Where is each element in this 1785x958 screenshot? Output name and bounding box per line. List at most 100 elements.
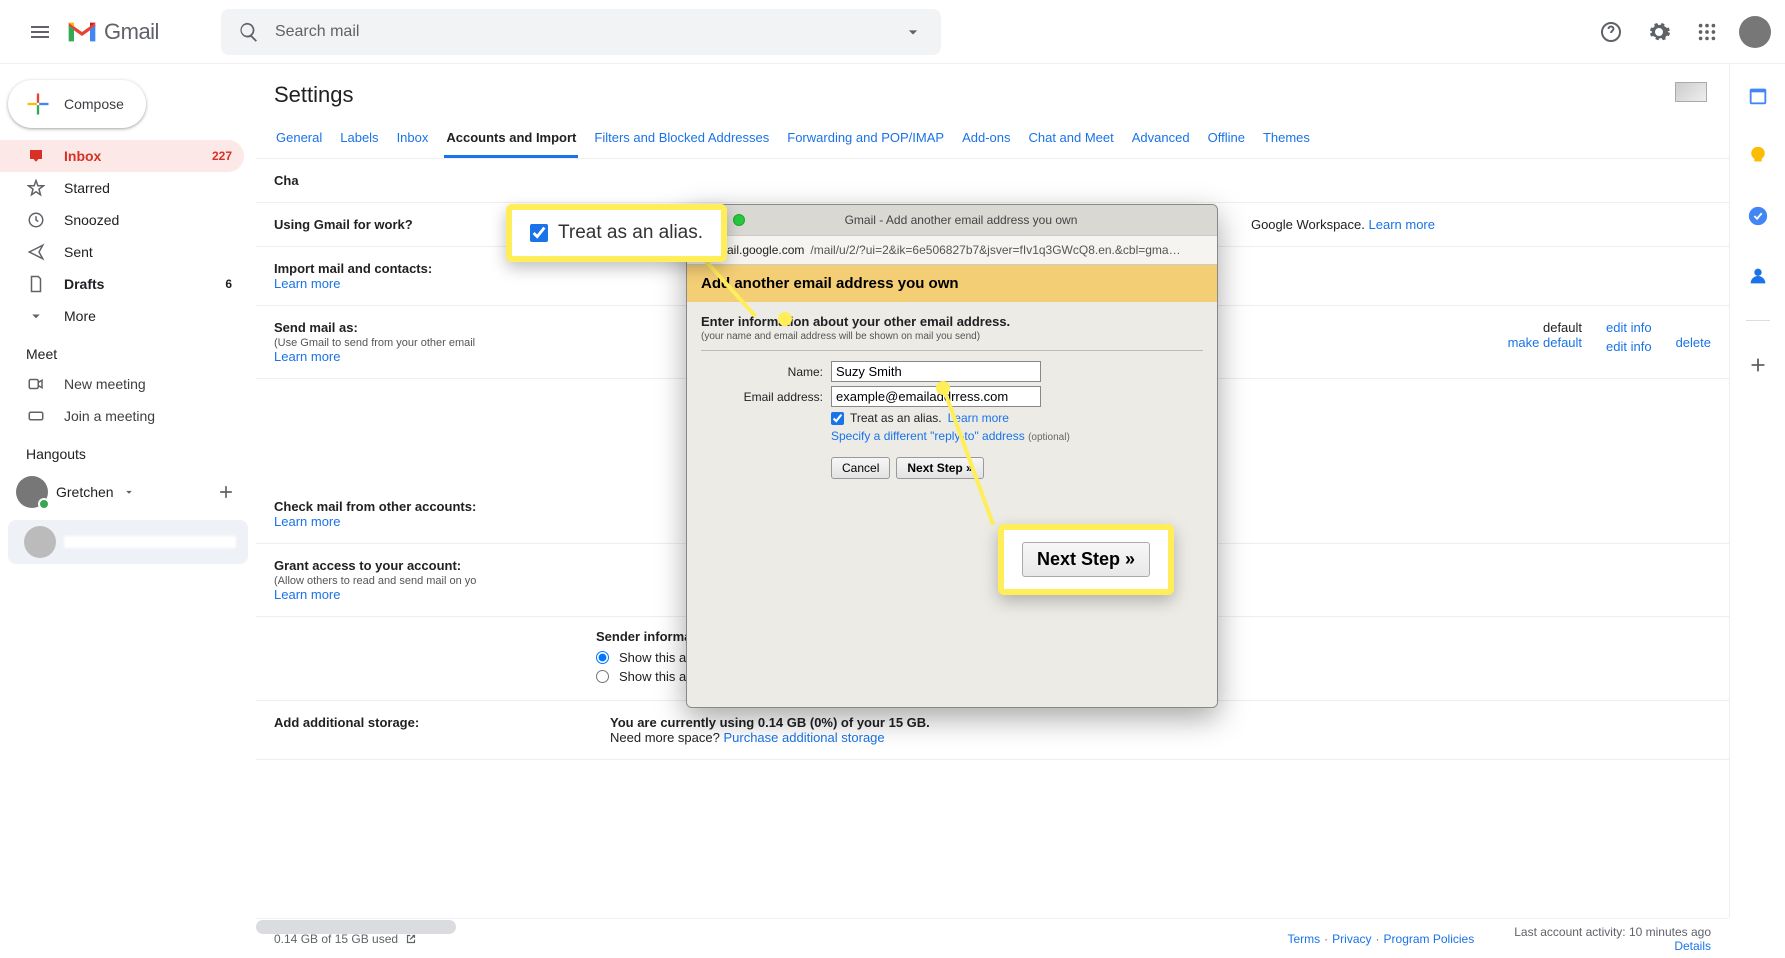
tab-filters[interactable]: Filters and Blocked Addresses	[592, 120, 771, 158]
compose-button[interactable]: Compose	[8, 80, 146, 128]
edit-info-link[interactable]: edit info	[1606, 339, 1652, 354]
calendar-addon-button[interactable]	[1736, 74, 1780, 118]
dialog-window-title: Gmail - Add another email address you ow…	[745, 213, 1217, 227]
terms-link[interactable]: Terms	[1288, 932, 1321, 946]
account-avatar[interactable]	[1739, 16, 1771, 48]
sidebar-item-sent[interactable]: Sent	[0, 236, 244, 268]
name-label: Name:	[701, 365, 823, 379]
search-options-icon[interactable]	[893, 12, 933, 52]
privacy-link[interactable]: Privacy	[1332, 932, 1371, 946]
sidebar-item-drafts[interactable]: Drafts 6	[0, 268, 244, 300]
meet-new-meeting[interactable]: New meeting	[0, 368, 256, 400]
callout-treat-as-alias: Treat as an alias.	[506, 204, 727, 262]
row-label: Check mail from other accounts:	[274, 499, 594, 514]
add-contact-button[interactable]	[208, 474, 244, 510]
dialog-titlebar[interactable]: Gmail - Add another email address you ow…	[687, 205, 1217, 235]
search-icon[interactable]	[229, 12, 269, 52]
keep-addon-button[interactable]	[1736, 134, 1780, 178]
cancel-button[interactable]: Cancel	[831, 457, 890, 479]
main-menu-button[interactable]	[16, 8, 64, 56]
contacts-icon	[1747, 265, 1769, 287]
make-default-link[interactable]: make default	[1451, 335, 1582, 350]
sidebar-item-starred[interactable]: Starred	[0, 172, 244, 204]
search-input[interactable]	[269, 23, 893, 41]
settings-button[interactable]	[1637, 10, 1681, 54]
activity-text: Last account activity: 10 minutes ago	[1514, 925, 1711, 939]
alias-checkbox-row[interactable]: Treat as an alias. Learn more	[831, 411, 1203, 425]
learn-more-link[interactable]: Learn more	[274, 276, 340, 291]
keyboard-icon	[26, 407, 46, 425]
plus-icon	[216, 482, 236, 502]
name-input[interactable]	[831, 361, 1041, 382]
sidebar: Compose Inbox 227 Starred Snoozed Sent	[0, 64, 256, 918]
input-tools-button[interactable]	[1675, 82, 1707, 102]
row-sublabel: (Use Gmail to send from your other email	[274, 337, 594, 349]
delete-link[interactable]: delete	[1676, 335, 1711, 350]
learn-more-link[interactable]: Learn more	[274, 514, 340, 529]
get-addons-button[interactable]	[1736, 343, 1780, 387]
presence-dot-icon	[38, 498, 50, 510]
gmail-logo[interactable]: Gmail	[66, 19, 159, 45]
url-host: mail.google.com	[717, 243, 804, 257]
specify-replyto-link[interactable]: Specify a different "reply-to" address	[831, 429, 1025, 443]
learn-more-link[interactable]: Learn more	[274, 349, 340, 364]
sidebar-item-snoozed[interactable]: Snoozed	[0, 204, 244, 236]
tab-inbox[interactable]: Inbox	[395, 120, 431, 158]
url-path: /mail/u/2/?ui=2&ik=6e506827b7&jsver=fIv1…	[810, 243, 1180, 257]
sender-radio1-input[interactable]	[596, 651, 609, 664]
storage-need-text: Need more space?	[610, 730, 720, 745]
sent-icon	[26, 243, 46, 261]
hangouts-chat-item[interactable]	[8, 520, 248, 564]
apps-button[interactable]	[1685, 10, 1729, 54]
tab-themes[interactable]: Themes	[1261, 120, 1312, 158]
learn-more-link[interactable]: Learn more	[1369, 217, 1435, 232]
policies-link[interactable]: Program Policies	[1384, 932, 1475, 946]
star-icon	[26, 179, 46, 197]
alias-checkbox-label: Treat as an alias.	[850, 411, 942, 425]
chevron-down-icon[interactable]	[122, 485, 136, 499]
tab-chat-meet[interactable]: Chat and Meet	[1026, 120, 1115, 158]
keep-icon	[1747, 145, 1769, 167]
tab-addons[interactable]: Add-ons	[960, 120, 1012, 158]
dialog-buttons: Cancel Next Step »	[831, 457, 1203, 479]
sender-radio2-input[interactable]	[596, 670, 609, 683]
contacts-addon-button[interactable]	[1736, 254, 1780, 298]
tab-accounts-import[interactable]: Accounts and Import	[444, 120, 578, 158]
chevron-down-icon	[26, 307, 46, 325]
tasks-icon	[1747, 205, 1769, 227]
row-label: Import mail and contacts:	[274, 261, 594, 276]
learn-more-link[interactable]: Learn more	[274, 587, 340, 602]
inbox-icon	[26, 147, 46, 165]
meet-section-title: Meet	[0, 332, 256, 368]
tab-advanced[interactable]: Advanced	[1130, 120, 1192, 158]
alias-checkbox[interactable]	[831, 412, 844, 425]
gmail-icon	[66, 20, 98, 44]
default-indicator: default	[1543, 320, 1582, 335]
tab-labels[interactable]: Labels	[338, 120, 380, 158]
purchase-storage-link[interactable]: Purchase additional storage	[723, 730, 884, 745]
tasks-addon-button[interactable]	[1736, 194, 1780, 238]
details-link[interactable]: Details	[1674, 939, 1711, 953]
gear-icon	[1647, 20, 1671, 44]
row-add-storage: Add additional storage: You are currentl…	[256, 701, 1729, 760]
support-button[interactable]	[1589, 10, 1633, 54]
horizontal-scrollbar[interactable]	[256, 920, 456, 934]
edit-info-link[interactable]: edit info	[1606, 320, 1652, 335]
sidebar-item-more[interactable]: More	[0, 300, 244, 332]
header-actions	[1589, 10, 1777, 54]
tab-forwarding[interactable]: Forwarding and POP/IMAP	[785, 120, 946, 158]
alias-callout-text: Treat as an alias.	[558, 222, 703, 244]
sendmail-actions: default make default edit info edit info…	[1451, 320, 1711, 358]
tab-general[interactable]: General	[274, 120, 324, 158]
sidebar-item-inbox[interactable]: Inbox 227	[0, 140, 244, 172]
tab-offline[interactable]: Offline	[1206, 120, 1247, 158]
page-title: Settings	[256, 64, 1729, 120]
app-header: Gmail	[0, 0, 1785, 64]
drafts-icon	[26, 275, 46, 293]
nav-list: Inbox 227 Starred Snoozed Sent Drafts 6	[0, 140, 256, 332]
video-icon	[26, 375, 46, 393]
hangouts-current-user[interactable]: Gretchen	[0, 468, 256, 516]
window-maximize-icon[interactable]	[733, 214, 745, 226]
search-bar[interactable]	[221, 9, 941, 55]
meet-join-meeting[interactable]: Join a meeting	[0, 400, 256, 432]
